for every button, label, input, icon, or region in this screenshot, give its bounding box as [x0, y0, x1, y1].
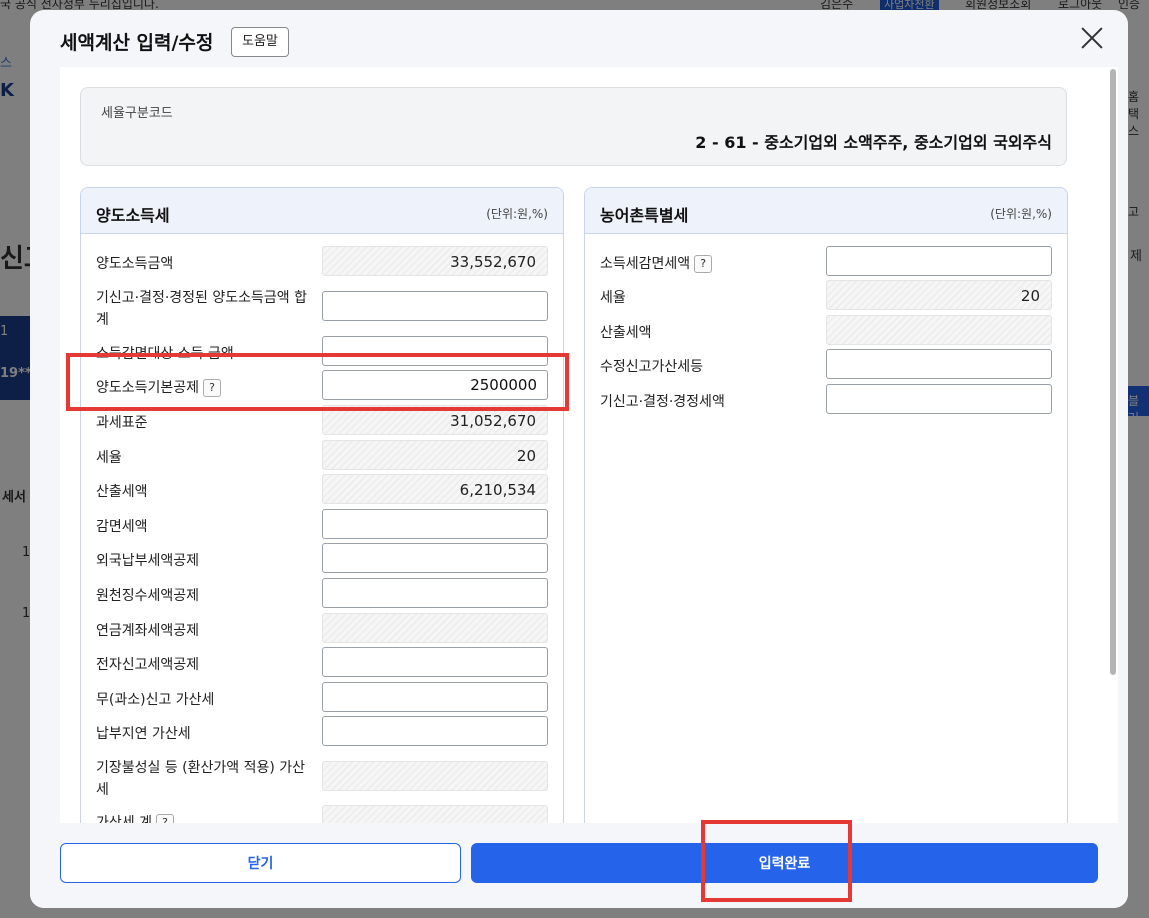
prior-income-total-input[interactable]: [322, 291, 548, 321]
e-filing-credit-input[interactable]: [322, 647, 548, 677]
rural-tax-rate-field: 20: [826, 280, 1052, 310]
row-label: 산출세액: [96, 484, 148, 500]
row-label: 양도소득금액: [96, 256, 174, 272]
row-label: 무(과소)신고 가산세: [96, 692, 215, 708]
row-label: 전자신고세액공제: [96, 657, 200, 673]
row-calculated-tax: 산출세액 6,210,534: [96, 474, 548, 506]
row-tax-reduction: 감면세액: [96, 509, 548, 541]
row-transfer-income: 양도소득금액 33,552,670: [96, 246, 548, 278]
modal-footer: 닫기 입력완료: [30, 823, 1128, 908]
row-label: 과세표준: [96, 415, 148, 431]
tax-code-label: 세율구분코드: [101, 106, 173, 121]
row-label: 기장불성실 등 (환산가액 적용) 가산세: [96, 760, 306, 798]
row-label: 외국납부세액공제: [96, 553, 200, 569]
underreport-penalty-input[interactable]: [322, 682, 548, 712]
bookkeeping-penalty-field: [322, 761, 548, 791]
row-rural-calculated-tax: 산출세액: [600, 315, 1052, 347]
tax-base-field: 31,052,670: [322, 405, 548, 435]
row-label: 세율: [96, 450, 122, 466]
row-label: 소득세감면세액?: [600, 253, 820, 275]
prior-tax-input[interactable]: [826, 384, 1052, 414]
row-late-payment-penalty: 납부지연 가산세: [96, 716, 548, 748]
row-label: 양도소득기본공제?: [96, 377, 316, 399]
amended-penalty-input[interactable]: [826, 349, 1052, 379]
row-label: 가산세 계?: [96, 812, 316, 823]
modal-title: 세액계산 입력/수정: [60, 32, 214, 54]
basic-deduction-input[interactable]: [322, 370, 548, 400]
row-label: 기신고·결정·경정세액: [600, 394, 725, 410]
row-prior-income-total: 기신고·결정·경정된 양도소득금액 합계: [96, 290, 548, 328]
tax-code-box: 세율구분코드 2 - 61 - 중소기업외 소액주주, 중소기업외 국외주식: [80, 87, 1067, 166]
calculated-tax-field: 6,210,534: [322, 474, 548, 504]
row-e-filing-credit: 전자신고세액공제: [96, 647, 548, 679]
close-icon[interactable]: [1080, 26, 1104, 50]
row-amended-penalty: 수정신고가산세등: [600, 349, 1052, 381]
help-question-icon[interactable]: ?: [694, 255, 713, 273]
tax-code-value: 2 - 61 - 중소기업외 소액주주, 중소기업외 국외주식: [695, 133, 1052, 152]
rural-calculated-tax-field: [826, 315, 1052, 345]
row-label: 감면세액: [96, 519, 148, 535]
reduction-income-input[interactable]: [322, 336, 548, 366]
panel-title: 농어촌특별세: [600, 206, 689, 225]
panel-unit: (단위:원,%): [990, 207, 1052, 221]
row-tax-rate: 세율 20: [96, 440, 548, 472]
row-underreport-penalty: 무(과소)신고 가산세: [96, 682, 548, 714]
pension-credit-field: [322, 613, 548, 643]
row-pension-credit: 연금계좌세액공제: [96, 613, 548, 645]
row-tax-base: 과세표준 31,052,670: [96, 405, 548, 437]
row-label: 수정신고가산세등: [600, 359, 704, 375]
row-foreign-tax-credit: 외국납부세액공제: [96, 543, 548, 575]
income-tax-reduction-input[interactable]: [826, 246, 1052, 276]
row-label: 원천징수세액공제: [96, 588, 200, 604]
row-label: 산출세액: [600, 325, 652, 341]
help-question-icon[interactable]: ?: [203, 379, 222, 397]
capital-gains-tax-panel: 양도소득세 (단위:원,%) 양도소득금액 33,552,670 기신고·결정·…: [80, 187, 564, 823]
submit-button[interactable]: 입력완료: [471, 843, 1098, 883]
row-bookkeeping-penalty: 기장불성실 등 (환산가액 적용) 가산세: [96, 760, 548, 798]
row-income-tax-reduction: 소득세감면세액?: [600, 246, 1052, 278]
row-label: 소득감면대상 소득 금액: [96, 346, 234, 362]
row-label: 연금계좌세액공제: [96, 623, 200, 639]
row-label: 납부지연 가산세: [96, 726, 191, 742]
panel-header: 양도소득세 (단위:원,%): [81, 188, 563, 234]
tax-calc-modal: 세액계산 입력/수정 도움말 세율구분코드 2 - 61 - 중소기업외 소액주…: [30, 10, 1128, 908]
row-label: 세율: [600, 290, 626, 306]
panel-header: 농어촌특별세 (단위:원,%): [585, 188, 1067, 234]
content-scrollbar[interactable]: [1110, 67, 1116, 823]
foreign-tax-credit-input[interactable]: [322, 543, 548, 573]
penalty-total-field: [322, 805, 548, 823]
row-penalty-total: 가산세 계?: [96, 805, 548, 823]
panel-title: 양도소득세: [96, 206, 170, 225]
row-prior-tax: 기신고·결정·경정세액: [600, 384, 1052, 416]
late-payment-penalty-input[interactable]: [322, 716, 548, 746]
row-rural-tax-rate: 세율 20: [600, 280, 1052, 312]
scrollbar-thumb[interactable]: [1110, 69, 1116, 675]
row-basic-deduction: 양도소득기본공제?: [96, 370, 548, 402]
help-button[interactable]: 도움말: [231, 27, 289, 57]
help-question-icon[interactable]: ?: [155, 814, 174, 823]
rural-special-tax-panel: 농어촌특별세 (단위:원,%) 소득세감면세액? 세율 20 산출세액 수정신고…: [584, 187, 1068, 823]
close-button[interactable]: 닫기: [60, 843, 461, 883]
tax-reduction-input[interactable]: [322, 509, 548, 539]
transfer-income-field: 33,552,670: [322, 246, 548, 276]
row-withholding-credit: 원천징수세액공제: [96, 578, 548, 610]
withholding-credit-input[interactable]: [322, 578, 548, 608]
tax-rate-field: 20: [322, 440, 548, 470]
row-label: 기신고·결정·경정된 양도소득금액 합계: [96, 290, 307, 328]
row-reduction-income: 소득감면대상 소득 금액: [96, 336, 548, 368]
modal-content: 세율구분코드 2 - 61 - 중소기업외 소액주주, 중소기업외 국외주식 양…: [60, 67, 1118, 823]
panel-unit: (단위:원,%): [486, 207, 548, 221]
